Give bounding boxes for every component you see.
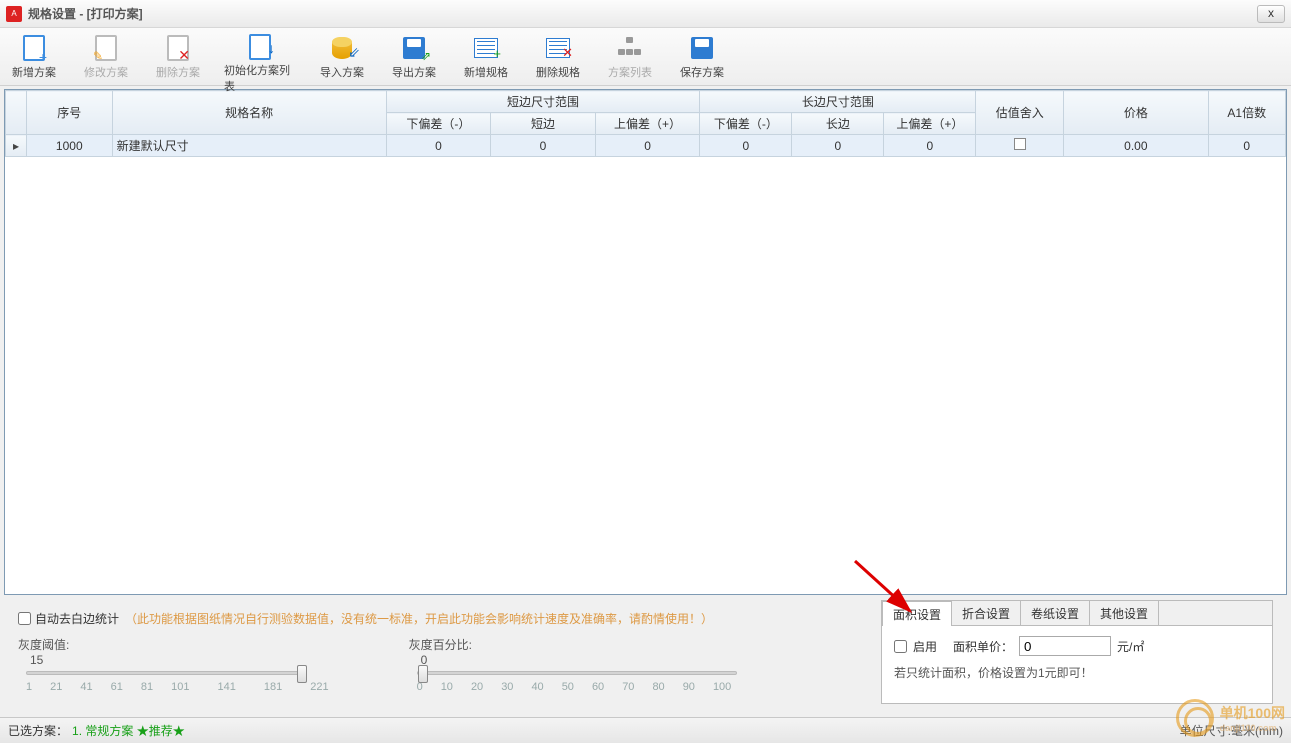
cell-low-s[interactable]: 0	[386, 135, 491, 157]
titlebar: A 规格设置 - [打印方案] x	[0, 0, 1291, 28]
spec-grid[interactable]: 序号 规格名称 短边尺寸范围 长边尺寸范围 估值舍入 价格 A1倍数 下偏差（-…	[4, 89, 1287, 595]
col-long[interactable]: 长边	[792, 113, 884, 135]
thresholds: 灰度阈值: 15 121416181101141181221 灰度百分比: 0 …	[18, 636, 745, 693]
auto-edge-warning: （此功能根据图纸情况自行测验数据值，没有统一标准，开启此功能会影响统计速度及准确…	[125, 610, 713, 627]
auto-edge-checkbox[interactable]	[18, 612, 31, 625]
area-unit: 元/㎡	[1117, 638, 1144, 655]
cell-long[interactable]: 0	[792, 135, 884, 157]
cell-up-l[interactable]: 0	[884, 135, 976, 157]
settings-tabs: 面积设置 折合设置 卷纸设置 其他设置	[882, 601, 1272, 626]
selected-scheme-label: 已选方案：	[8, 722, 68, 739]
gray-threshold-value: 15	[30, 653, 329, 667]
bottom-panel: 自动去白边统计 （此功能根据图纸情况自行测验数据值，没有统一标准，开启此功能会影…	[4, 598, 1287, 716]
gray-percent-block: 灰度百分比: 0 0102030405060708090100	[409, 636, 745, 693]
save-scheme-button[interactable]: 保存方案	[676, 32, 728, 85]
col-round[interactable]: 估值舍入	[976, 91, 1064, 135]
gray-threshold-block: 灰度阈值: 15 121416181101141181221	[18, 636, 329, 693]
tree-icon	[618, 37, 642, 59]
col-up-l[interactable]: 上偏差（+）	[884, 113, 976, 135]
list-x-icon: ✕	[546, 38, 570, 58]
app-icon: A	[6, 6, 22, 22]
add-spec-button[interactable]: + 新增规格	[460, 32, 512, 85]
list-plus-icon: +	[474, 38, 498, 58]
col-group-long[interactable]: 长边尺寸范围	[700, 91, 976, 113]
area-enable-label: 启用	[913, 638, 937, 655]
tab-area-body: 启用 面积单价： 元/㎡ 若只统计面积，价格设置为1元即可！	[882, 626, 1272, 691]
col-price[interactable]: 价格	[1064, 91, 1208, 135]
cell-round[interactable]	[976, 135, 1064, 157]
col-a1[interactable]: A1倍数	[1208, 91, 1285, 135]
close-button[interactable]: x	[1257, 5, 1285, 23]
window-title: 规格设置 - [打印方案]	[28, 5, 143, 22]
gray-ticks: 121416181101141181221	[18, 681, 329, 693]
col-short[interactable]: 短边	[491, 113, 596, 135]
cell-seq[interactable]: 1000	[26, 135, 112, 157]
area-unit-price-input[interactable]	[1019, 636, 1111, 656]
edit-scheme-button[interactable]: ✎ 修改方案	[80, 32, 132, 85]
area-unit-price-label: 面积单价：	[953, 638, 1013, 655]
col-name[interactable]: 规格名称	[112, 91, 386, 135]
doc-x-icon: ✕	[167, 35, 189, 61]
col-low-l[interactable]: 下偏差（-）	[700, 113, 792, 135]
cell-low-l[interactable]: 0	[700, 135, 792, 157]
gray-percent-slider[interactable]	[417, 671, 737, 675]
pct-ticks: 0102030405060708090100	[409, 681, 745, 693]
new-scheme-button[interactable]: + 新增方案	[8, 32, 60, 85]
tab-fold[interactable]: 折合设置	[951, 600, 1021, 625]
unit-label: 单位尺寸:毫米(mm)	[1180, 722, 1283, 739]
gray-percent-value: 0	[421, 653, 745, 667]
row-indicator: ▸	[6, 135, 27, 157]
col-seq[interactable]: 序号	[26, 91, 112, 135]
status-bar: 已选方案： 1. 常规方案 ★推荐★ 单位尺寸:毫米(mm)	[0, 717, 1291, 743]
cell-name-editing[interactable]: 新建默认尺寸	[112, 135, 386, 157]
cell-price[interactable]: 0.00	[1064, 135, 1208, 157]
gray-threshold-label: 灰度阈值:	[18, 638, 69, 652]
main-toolbar: + 新增方案 ✎ 修改方案 ✕ 删除方案 ↓ 初始化方案列表 ⇙ 导入方案 ⇗ …	[0, 28, 1291, 86]
save-icon	[691, 37, 713, 59]
gray-percent-label: 灰度百分比:	[409, 638, 472, 652]
delete-spec-button[interactable]: ✕ 删除规格	[532, 32, 584, 85]
cell-a1[interactable]: 0	[1208, 135, 1285, 157]
gray-threshold-slider[interactable]	[26, 671, 306, 675]
selected-scheme-name: 1. 常规方案 ★推荐★	[72, 722, 185, 739]
tab-area[interactable]: 面积设置	[882, 601, 952, 626]
doc-arrow-icon: ↓	[249, 34, 271, 60]
scheme-list-button[interactable]: 方案列表	[604, 32, 656, 85]
export-scheme-button[interactable]: ⇗ 导出方案	[388, 32, 440, 85]
round-checkbox[interactable]	[1014, 138, 1026, 150]
col-group-short[interactable]: 短边尺寸范围	[386, 91, 700, 113]
auto-edge-label: 自动去白边统计	[35, 610, 119, 627]
init-scheme-list-button[interactable]: ↓ 初始化方案列表	[224, 32, 296, 85]
db-in-icon: ⇙	[332, 37, 352, 59]
cell-up-s[interactable]: 0	[595, 135, 700, 157]
import-scheme-button[interactable]: ⇙ 导入方案	[316, 32, 368, 85]
table-row[interactable]: ▸ 1000 新建默认尺寸 0 0 0 0 0 0 0.00 0	[6, 135, 1286, 157]
doc-pen-icon: ✎	[95, 35, 117, 61]
col-low-s[interactable]: 下偏差（-）	[386, 113, 491, 135]
delete-scheme-button[interactable]: ✕ 删除方案	[152, 32, 204, 85]
settings-tabs-panel: 面积设置 折合设置 卷纸设置 其他设置 启用 面积单价： 元/㎡ 若只统计面积，…	[881, 600, 1273, 704]
area-enable-checkbox[interactable]	[894, 640, 907, 653]
cell-short[interactable]: 0	[491, 135, 596, 157]
doc-plus-icon: +	[23, 35, 45, 61]
db-out-icon: ⇗	[403, 37, 425, 59]
tab-roll[interactable]: 卷纸设置	[1020, 600, 1090, 625]
auto-edge-row: 自动去白边统计 （此功能根据图纸情况自行测验数据值，没有统一标准，开启此功能会影…	[18, 610, 713, 627]
tab-other[interactable]: 其他设置	[1089, 600, 1159, 625]
col-up-s[interactable]: 上偏差（+）	[595, 113, 700, 135]
row-pointer-col	[6, 91, 27, 135]
area-hint: 若只统计面积，价格设置为1元即可！	[894, 664, 1260, 681]
